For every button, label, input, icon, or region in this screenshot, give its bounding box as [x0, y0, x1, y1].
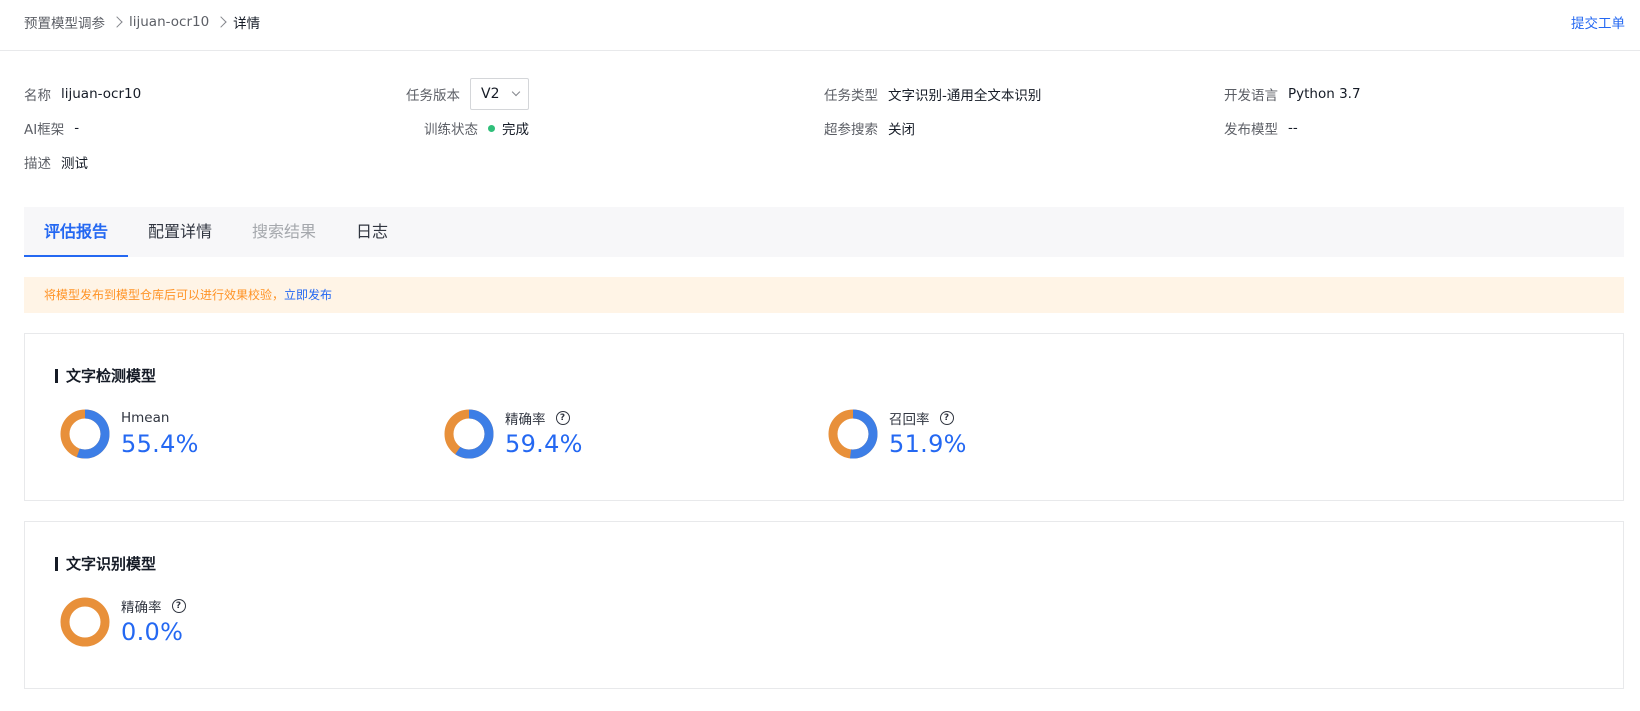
metric-name: 精确率? [121, 596, 186, 616]
info-ai-framework: AI框架 - [24, 111, 79, 145]
info-train-status: 训练状态 完成 [424, 111, 529, 145]
metric-label: Hmean [121, 410, 170, 426]
help-icon[interactable]: ? [171, 599, 186, 613]
publish-notice: 将模型发布到模型仓库后可以进行效果校验，立即发布 [24, 277, 1624, 313]
info-label: 发布模型 [1224, 122, 1278, 138]
title-bar-marker [55, 368, 58, 383]
tab-logs[interactable]: 日志 [336, 207, 408, 257]
metric-recall: 召回率? 51.9% [827, 408, 967, 460]
tab-evaluation-report[interactable]: 评估报告 [24, 207, 129, 257]
chevron-right-icon [215, 16, 227, 28]
info-value: 关闭 [888, 122, 915, 138]
section-title: 文字检测模型 [55, 365, 156, 386]
info-label: 超参搜索 [824, 122, 878, 138]
donut-chart [60, 409, 110, 459]
metric-value: 59.4% [505, 430, 583, 458]
chevron-down-icon [511, 87, 521, 97]
info-value: -- [1288, 120, 1298, 136]
metric-value: 55.4% [121, 430, 199, 458]
metric-label: 召回率 [889, 412, 930, 428]
donut-chart [828, 409, 878, 459]
metric-text: 精确率? 0.0% [121, 596, 186, 646]
metric-name: 召回率? [889, 408, 967, 428]
breadcrumb-item-preset-tuning[interactable]: 预置模型调参 [24, 12, 105, 32]
section-title-text: 文字识别模型 [66, 555, 157, 573]
metric-text: 精确率? 59.4% [505, 408, 583, 458]
section-title: 文字识别模型 [55, 553, 156, 574]
metric-name: 精确率? [505, 408, 583, 428]
notice-text: 将模型发布到模型仓库后可以进行效果校验， [44, 288, 285, 302]
info-label: 任务类型 [824, 88, 878, 104]
submit-ticket-link[interactable]: 提交工单 [1571, 12, 1625, 32]
section-title-text: 文字检测模型 [66, 367, 157, 385]
version-select[interactable]: V2 [470, 78, 529, 110]
info-value: Python 3.7 [1288, 86, 1361, 102]
info-value: 完成 [502, 122, 529, 138]
metric-precision: 精确率? 0.0% [59, 596, 186, 648]
info-value: lijuan-ocr10 [61, 86, 142, 102]
info-row: 名称 lijuan-ocr10 任务版本 V2 任务类型 文字识别-通用全文本识… [24, 77, 1624, 111]
info-hyperparam-search: 超参搜索 关闭 [824, 111, 915, 145]
info-row: 描述 测试 [24, 145, 1624, 179]
donut-chart [60, 597, 110, 647]
info-dev-lang: 开发语言 Python 3.7 [1224, 77, 1361, 111]
metric-name: Hmean [121, 408, 199, 428]
status-dot-icon [488, 124, 495, 132]
info-value: 文字识别-通用全文本识别 [888, 88, 1042, 104]
publish-now-link[interactable]: 立即发布 [284, 288, 332, 302]
info-label: 描述 [24, 156, 51, 172]
metric-precision: 精确率? 59.4% [443, 408, 583, 460]
info-task-type: 任务类型 文字识别-通用全文本识别 [824, 77, 1041, 111]
info-publish-model: 发布模型 -- [1224, 111, 1298, 145]
metric-label: 精确率 [121, 600, 162, 616]
top-bar: 预置模型调参 lijuan-ocr10 详情 提交工单 [0, 0, 1640, 51]
recognition-model-card: 文字识别模型 精确率? 0.0% [24, 521, 1624, 689]
info-value: - [74, 120, 80, 136]
info-label: 任务版本 [406, 88, 460, 104]
info-label: 开发语言 [1224, 88, 1278, 104]
detection-model-card: 文字检测模型 Hmean 55.4% 精确率? 59.4% 召回率? 51.9% [24, 333, 1624, 501]
info-description: 描述 测试 [24, 145, 88, 179]
help-icon[interactable]: ? [939, 411, 954, 425]
title-bar-marker [55, 556, 58, 571]
tab-search-results: 搜索结果 [252, 222, 317, 241]
metric-label: 精确率 [505, 412, 546, 428]
chevron-right-icon [111, 16, 123, 28]
donut-rest-ring [60, 597, 110, 647]
breadcrumb-item-task[interactable]: lijuan-ocr10 [129, 14, 209, 30]
metric-hmean: Hmean 55.4% [59, 408, 199, 460]
help-icon[interactable]: ? [555, 411, 570, 425]
donut-chart [444, 409, 494, 459]
info-label: 训练状态 [424, 122, 478, 138]
version-select-value: V2 [481, 86, 500, 102]
info-name: 名称 lijuan-ocr10 [24, 77, 141, 111]
info-label: 名称 [24, 88, 51, 104]
metric-value: 51.9% [889, 430, 967, 458]
info-row: AI框架 - 训练状态 完成 超参搜索 关闭 发布模型 -- [24, 111, 1624, 145]
info-value: 测试 [61, 156, 88, 172]
metric-value: 0.0% [121, 618, 184, 646]
breadcrumb-item-current: 详情 [233, 16, 261, 32]
tab-config-details[interactable]: 配置详情 [128, 207, 232, 257]
tab-bar: 评估报告 配置详情 搜索结果 日志 [24, 207, 1624, 257]
metric-text: Hmean 55.4% [121, 408, 199, 458]
info-label: AI框架 [24, 122, 65, 138]
breadcrumb: 预置模型调参 lijuan-ocr10 详情 [24, 12, 260, 32]
info-version: 任务版本 V2 [406, 77, 529, 111]
metric-text: 召回率? 51.9% [889, 408, 967, 458]
